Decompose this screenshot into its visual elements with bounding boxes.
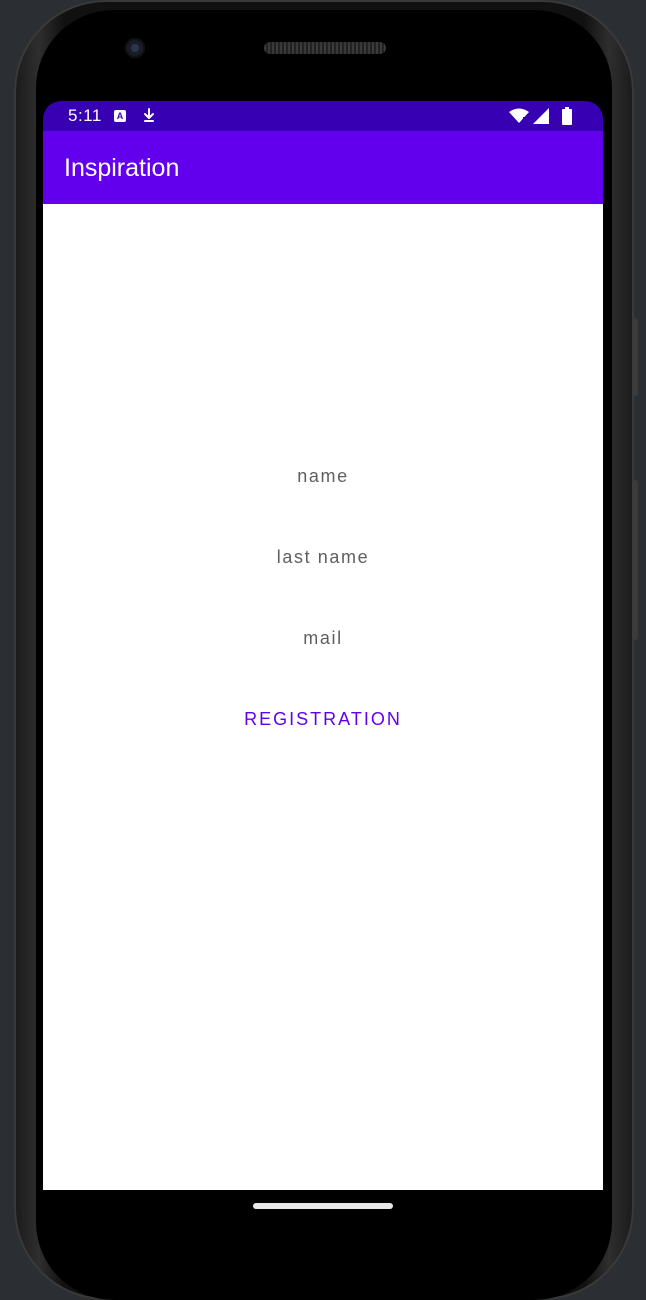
speaker-grille-icon [264,42,386,54]
status-right-icons [509,107,573,125]
signal-icon [533,108,549,124]
registration-form: name last name mail REGISTRATION [43,204,603,1190]
power-button [632,480,638,640]
navigation-bar [43,1190,603,1219]
download-icon [144,108,154,122]
mail-field[interactable]: mail [43,628,603,649]
app-title: Inspiration [64,154,180,182]
last-name-field[interactable]: last name [43,547,603,568]
status-bar: 5:11 A [43,101,603,131]
phone-screen: 5:11 A Inspiration name last name mail R… [43,101,603,1219]
wifi-icon [509,108,529,123]
battery-icon [562,107,572,125]
home-pill-icon[interactable] [253,1203,393,1209]
name-field[interactable]: name [43,466,603,487]
registration-button[interactable]: REGISTRATION [43,709,603,730]
notification-a-icon: A [114,110,126,122]
status-time: 5:11 [68,106,102,125]
app-bar: Inspiration [43,131,603,204]
front-camera-icon [125,38,145,58]
volume-button [632,318,638,396]
